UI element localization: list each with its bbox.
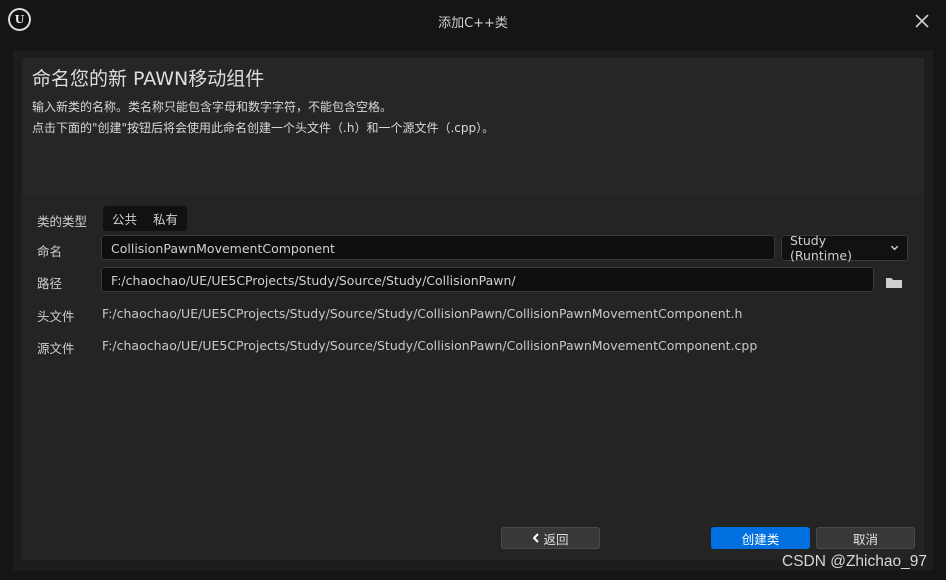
path-label: 路径 <box>37 276 63 291</box>
module-dropdown[interactable]: Study (Runtime) <box>781 233 908 263</box>
header-file-label: 头文件 <box>37 309 75 324</box>
title-bar: U 添加C++类 <box>0 0 946 40</box>
window-title: 添加C++类 <box>438 16 508 31</box>
name-label: 命名 <box>37 244 63 259</box>
module-dropdown-value: Study (Runtime) <box>790 233 852 263</box>
browse-folder-button[interactable] <box>884 274 904 290</box>
dialog-window: U 添加C++类 命名您的新 PAWN移动组件 输入新类的名称。类名称只能包含字… <box>0 0 946 580</box>
page-title: 命名您的新 PAWN移动组件 <box>32 68 265 90</box>
folder-icon <box>886 278 902 288</box>
header-file-path: F:/chaochao/UE/UE5CProjects/Study/Source… <box>102 306 743 321</box>
class-type-toggle: 公共 私有 <box>103 206 188 231</box>
chevron-down-icon <box>890 245 899 251</box>
class-name-input[interactable]: CollisionPawnMovementComponent <box>101 235 775 260</box>
description-line-2: 点击下面的"创建"按钮后将会使用此命名创建一个头文件（.h）和一个源文件（.cp… <box>32 121 495 135</box>
path-input[interactable]: F:/chaochao/UE/UE5CProjects/Study/Source… <box>101 267 874 292</box>
cancel-button[interactable]: 取消 <box>816 527 915 549</box>
back-button[interactable]: 返回 <box>501 527 600 549</box>
back-button-label: 返回 <box>543 531 569 547</box>
create-class-button[interactable]: 创建类 <box>711 527 810 549</box>
class-type-private-option[interactable]: 私有 <box>153 209 178 228</box>
description-line-1: 输入新类的名称。类名称只能包含字母和数字字符，不能包含空格。 <box>32 100 393 114</box>
class-type-label: 类的类型 <box>37 214 88 229</box>
source-file-path: F:/chaochao/UE/UE5CProjects/Study/Source… <box>102 338 758 353</box>
close-button[interactable] <box>911 10 933 32</box>
class-type-public-option[interactable]: 公共 <box>112 209 137 228</box>
source-file-label: 源文件 <box>37 341 75 356</box>
watermark-text: CSDN @Zhichao_97 <box>782 553 927 570</box>
close-icon <box>915 14 929 28</box>
chevron-left-icon <box>533 533 540 543</box>
